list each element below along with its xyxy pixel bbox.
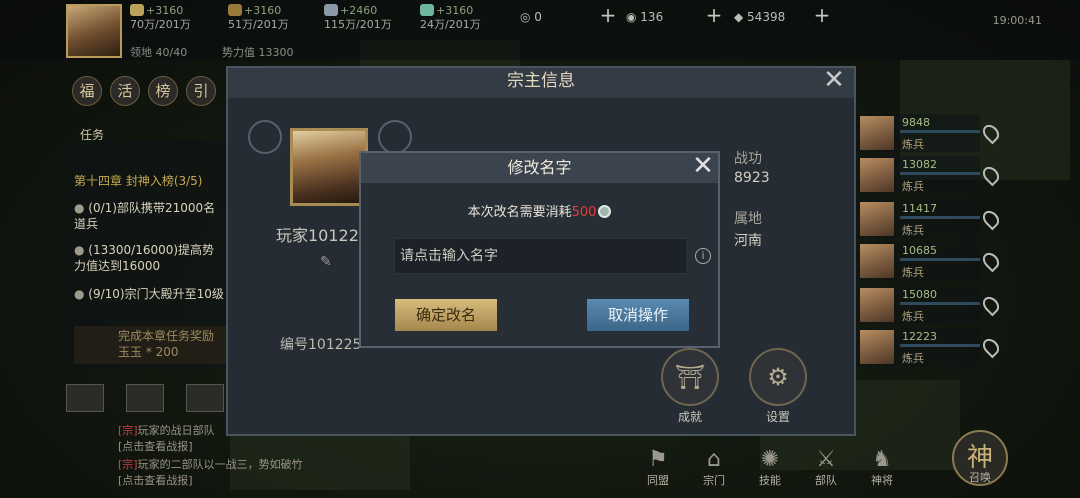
hero-row[interactable]: 12223 炼兵: [856, 328, 980, 366]
hero-bar: [900, 302, 980, 305]
bottom-sect-button[interactable]: ⌂ 宗门: [694, 448, 734, 488]
bottom-troops-button[interactable]: ⚔ 部队: [806, 448, 846, 488]
hero-bar: [900, 258, 980, 261]
hero-row[interactable]: 15080 炼兵: [856, 286, 980, 324]
hero-bar: [900, 172, 980, 175]
chat-line[interactable]: [点击查看战报]: [118, 472, 193, 488]
alliance-icon: ⚑: [648, 447, 668, 472]
hero-portrait: [860, 158, 894, 192]
chapter-title: 第十四章 封神入榜(3/5): [74, 174, 203, 188]
ornament-icon: [378, 120, 412, 154]
add-gem-button[interactable]: +: [812, 5, 832, 26]
quest-item[interactable]: ● (13300/16000)提高势力值达到16000: [74, 242, 224, 274]
hammer-icon[interactable]: [186, 384, 224, 412]
hero-bar: [900, 216, 980, 219]
hero-bar: [900, 344, 980, 347]
region-value: 河南: [734, 233, 762, 249]
gift-icon[interactable]: [126, 384, 164, 412]
chapter-reward[interactable]: 完成本章任务奖励 玉玉 * 200: [74, 326, 226, 364]
hero-portrait: [860, 288, 894, 322]
hero-portrait: [860, 202, 894, 236]
resource-stone[interactable]: +3160 24万/201万: [420, 4, 481, 32]
player-avatar[interactable]: [66, 4, 122, 58]
cost-amount: 500: [571, 205, 597, 220]
hero-portrait: [860, 116, 894, 150]
power-count: 势力值 13300: [222, 46, 294, 59]
summon-label: 召唤: [969, 471, 991, 484]
add-coin-button[interactable]: +: [598, 5, 618, 26]
jade-currency-icon: [598, 205, 612, 218]
hero-row[interactable]: 13082 炼兵: [856, 156, 980, 194]
general-icon: ♞: [872, 447, 892, 472]
rename-cost: 本次改名需要消耗500: [361, 201, 718, 220]
merit-label: 战功: [734, 151, 762, 167]
troops-icon: ⚔: [816, 447, 836, 472]
hero-row[interactable]: 9848 炼兵: [856, 114, 980, 152]
quest-item[interactable]: ● (9/10)宗门大殿升至10级: [74, 286, 224, 302]
lord-portrait[interactable]: [290, 128, 368, 206]
add-jade-button[interactable]: +: [704, 5, 724, 26]
panel-title: 宗主信息: [507, 71, 575, 91]
settings-button[interactable]: ⚙ 设置: [746, 348, 810, 425]
jade-count: ◉ 136: [626, 10, 664, 24]
resource-food[interactable]: +3160 70万/201万: [130, 4, 191, 32]
hero-portrait: [860, 330, 894, 364]
nav-guide-button[interactable]: 引: [186, 76, 216, 106]
hero-portrait: [860, 244, 894, 278]
bottom-skill-button[interactable]: ✺ 技能: [750, 448, 790, 488]
chat-line[interactable]: [宗]玩家的战日部队: [118, 422, 215, 438]
ornament-icon: [248, 120, 282, 154]
bottom-general-button[interactable]: ♞ 神将: [862, 448, 902, 488]
iron-icon: [324, 4, 338, 16]
summon-god-button[interactable]: 神 召唤: [952, 430, 1008, 486]
nav-ranking-button[interactable]: 榜: [148, 76, 178, 106]
achievement-icon: ⛩: [661, 348, 719, 406]
wood-icon: [228, 4, 242, 16]
player-id: 编号101225: [280, 337, 362, 353]
confirm-rename-button[interactable]: 确定改名: [395, 299, 497, 331]
chat-line[interactable]: [宗]玩家的二部队以一战三，势如破竹: [118, 456, 303, 472]
edit-name-icon[interactable]: ✎: [320, 254, 332, 270]
merit-value: 8923: [734, 170, 770, 186]
skill-icon: ✺: [760, 447, 780, 472]
dialog-close-icon[interactable]: ✕: [691, 153, 715, 179]
sect-icon: ⌂: [707, 447, 721, 472]
nav-activity-button[interactable]: 活: [110, 76, 140, 106]
hero-row[interactable]: 11417 炼兵: [856, 200, 980, 238]
stone-icon: [420, 4, 434, 16]
hero-bar: [900, 130, 980, 133]
food-icon: [130, 4, 144, 16]
region-label: 属地: [734, 211, 762, 227]
cancel-button[interactable]: 取消操作: [587, 299, 689, 331]
bottom-alliance-button[interactable]: ⚑ 同盟: [638, 448, 678, 488]
quest-item[interactable]: ● (0/1)部队携带21000名道兵: [74, 200, 224, 232]
resource-bar: +3160 70万/201万 +3160 51万/201万 +2460 115万…: [0, 0, 1080, 60]
name-input[interactable]: [394, 238, 687, 274]
dialog-title: 修改名字: [507, 158, 572, 177]
info-icon[interactable]: i: [695, 248, 711, 264]
rename-dialog: 修改名字 ✕ 本次改名需要消耗500 i 确定改名 取消操作: [359, 151, 720, 348]
nav-welfare-button[interactable]: 福: [72, 76, 102, 106]
task-tab-label: 任务: [80, 128, 105, 142]
gear-icon: ⚙: [749, 348, 807, 406]
panel-close-icon[interactable]: ✕: [822, 67, 846, 93]
gem-count: ◆ 54398: [734, 10, 786, 24]
coin-count: ◎ 0: [520, 10, 542, 24]
player-name: 玩家10122: [276, 226, 359, 245]
achievement-button[interactable]: ⛩ 成就: [658, 348, 722, 425]
resource-iron[interactable]: +2460 115万/201万: [324, 4, 392, 32]
territory-count: 领地 40/40: [130, 46, 188, 59]
resource-wood[interactable]: +3160 51万/201万: [228, 4, 289, 32]
task-tab[interactable]: 任务: [80, 126, 104, 143]
clock: 19:00:41: [992, 14, 1042, 27]
chat-line[interactable]: [点击查看战报]: [118, 438, 193, 454]
mail-icon[interactable]: [66, 384, 104, 412]
hero-row[interactable]: 10685 炼兵: [856, 242, 980, 280]
